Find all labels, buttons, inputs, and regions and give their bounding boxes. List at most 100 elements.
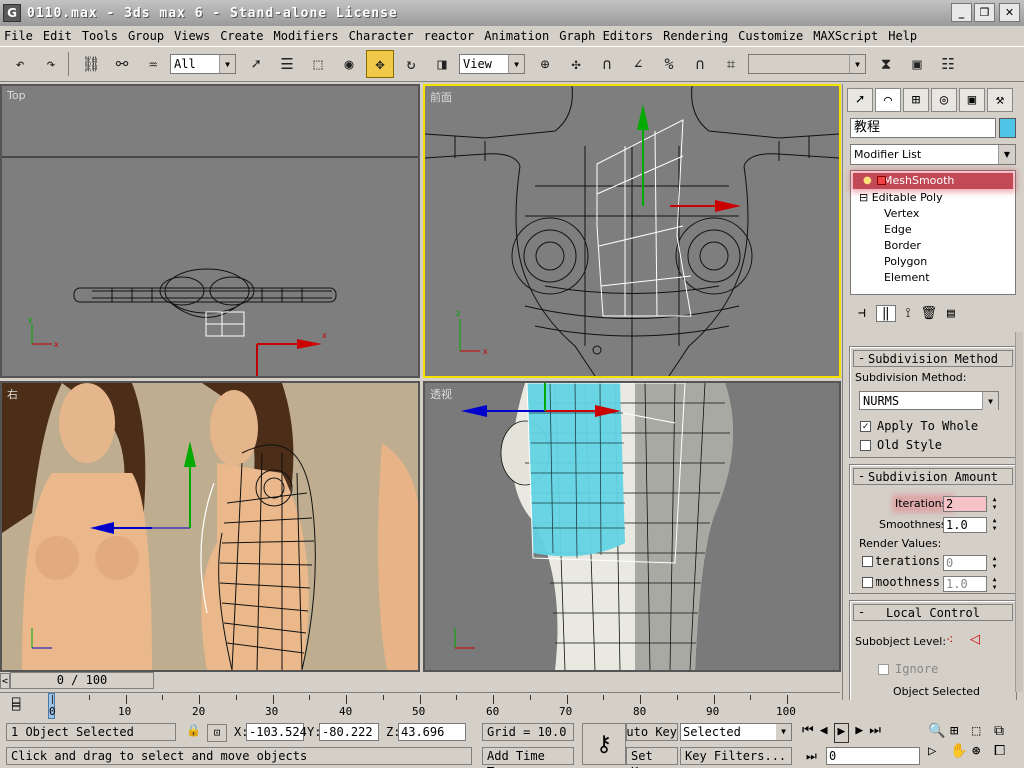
angle-snap-icon[interactable]: ∠ bbox=[624, 50, 652, 78]
time-prev-icon[interactable]: < bbox=[0, 673, 10, 689]
render-iterations-spinner[interactable]: ▲ ▼ bbox=[990, 555, 999, 571]
rectangular-selection-icon[interactable]: ⬚ bbox=[304, 50, 332, 78]
render-smoothness-spinner[interactable]: ▲ ▼ bbox=[990, 576, 999, 592]
zoom-extents-all-icon[interactable]: ⧉ bbox=[994, 723, 1016, 739]
mirror-icon[interactable]: ⧗ bbox=[872, 50, 900, 78]
layer-manager-icon[interactable]: ☷ bbox=[934, 50, 962, 78]
viewport-top[interactable]: y x x Top bbox=[0, 84, 420, 378]
render-iterations-checkbox[interactable] bbox=[862, 556, 873, 567]
viewport-label-perspective[interactable]: 透视 bbox=[430, 386, 452, 402]
current-frame-field[interactable]: 0 bbox=[826, 747, 920, 765]
restore-button[interactable]: ❐ bbox=[974, 3, 995, 22]
edit-named-selections-icon[interactable]: ⌗ bbox=[717, 50, 745, 78]
align-icon[interactable]: ▣ bbox=[903, 50, 931, 78]
goto-start-icon[interactable]: ⏮ bbox=[802, 723, 814, 743]
pin-stack-icon[interactable]: ⊣ bbox=[858, 306, 866, 321]
stack-subobject-border[interactable]: Border bbox=[884, 238, 921, 254]
y-coordinate-field[interactable]: -80.222 bbox=[319, 723, 379, 741]
render-smoothness-field[interactable]: 1.0 bbox=[943, 576, 987, 592]
track-bar[interactable]: ⌸ 0 10 20 30 40 50 60 70 80 90 100 bbox=[0, 692, 840, 720]
menu-reactor[interactable]: reactor bbox=[424, 29, 475, 43]
utilities-icon[interactable]: ⚒ bbox=[987, 88, 1013, 112]
close-button[interactable]: ✕ bbox=[999, 3, 1020, 22]
render-iterations-field[interactable]: 0 bbox=[943, 555, 987, 571]
rollout-header-subdivision-amount[interactable]: - Subdivision Amount bbox=[853, 468, 1013, 485]
menu-customize[interactable]: Customize bbox=[738, 29, 803, 43]
menu-maxscript[interactable]: MAXScript bbox=[813, 29, 878, 43]
edge-level-icon[interactable]: ◁ bbox=[970, 632, 980, 647]
ignore-backfacing-checkbox[interactable] bbox=[878, 664, 889, 675]
selection-filter-dropdown[interactable]: All ▼ bbox=[170, 54, 236, 74]
modify-icon[interactable]: ⌒ bbox=[875, 88, 901, 112]
viewport-label-right[interactable]: 右 bbox=[7, 386, 18, 402]
track-view-toggle-icon[interactable]: ⌸ bbox=[12, 697, 20, 713]
goto-end-icon[interactable]: ⏭ bbox=[869, 723, 881, 743]
set-key-button[interactable]: Set Key bbox=[626, 747, 678, 768]
lock-selection-icon[interactable]: 🔒 bbox=[186, 723, 201, 737]
stack-subobject-vertex[interactable]: Vertex bbox=[884, 206, 919, 222]
select-and-link-icon[interactable]: ⛓ bbox=[77, 50, 105, 78]
rollout-header-local-control[interactable]: - Local Control bbox=[853, 604, 1013, 621]
key-filters-button[interactable]: Key Filters... bbox=[680, 747, 792, 765]
stack-subobject-element[interactable]: Element bbox=[884, 270, 930, 286]
show-end-result-icon[interactable]: ‖ bbox=[875, 304, 896, 322]
iterations-field[interactable]: 2 bbox=[943, 496, 987, 512]
zoom-icon[interactable]: 🔍 bbox=[928, 723, 950, 739]
select-and-move-icon[interactable]: ✥ bbox=[366, 50, 394, 78]
reference-coordinate-dropdown[interactable]: View ▼ bbox=[459, 54, 525, 74]
x-coordinate-field[interactable]: -103.524 bbox=[246, 723, 307, 741]
viewport-label-front[interactable]: 前面 bbox=[430, 89, 452, 105]
menu-modifiers[interactable]: Modifiers bbox=[274, 29, 339, 43]
menu-graph-editors[interactable]: Graph Editors bbox=[559, 29, 653, 43]
field-of-view-icon[interactable]: ▷ bbox=[928, 743, 950, 759]
pivot-center-icon[interactable]: ⊕ bbox=[531, 50, 559, 78]
menu-tools[interactable]: Tools bbox=[82, 29, 118, 43]
select-and-rotate-icon[interactable]: ↻ bbox=[397, 50, 425, 78]
select-and-scale-icon[interactable]: ◨ bbox=[428, 50, 456, 78]
menu-animation[interactable]: Animation bbox=[484, 29, 549, 43]
lightbulb-icon[interactable]: ● bbox=[863, 173, 872, 189]
object-color-swatch[interactable] bbox=[999, 118, 1016, 138]
menu-views[interactable]: Views bbox=[174, 29, 210, 43]
zoom-extents-icon[interactable]: ⬚ bbox=[972, 723, 994, 739]
remove-modifier-icon[interactable]: 🗑 bbox=[921, 306, 938, 321]
key-mode-toggle-icon[interactable]: ⏭ bbox=[806, 749, 817, 764]
stack-item-editable-poly[interactable]: ⊟ Editable Poly bbox=[859, 190, 943, 206]
stack-item-meshsmooth[interactable]: ● MeshSmooth bbox=[853, 173, 1013, 189]
menu-edit[interactable]: Edit bbox=[43, 29, 72, 43]
redo-icon[interactable]: ↷ bbox=[37, 50, 65, 78]
key-mode-dropdown[interactable]: Selected ▼ bbox=[680, 723, 792, 741]
window-crossing-icon[interactable]: ◉ bbox=[335, 50, 363, 78]
smoothness-spinner[interactable]: ▲ ▼ bbox=[990, 517, 999, 533]
add-time-tag-button[interactable]: Add Time Tag bbox=[482, 747, 574, 768]
menu-help[interactable]: Help bbox=[888, 29, 917, 43]
configure-sets-icon[interactable]: ▤ bbox=[947, 306, 955, 321]
render-smoothness-checkbox[interactable] bbox=[862, 577, 873, 588]
arc-rotate-icon[interactable]: ⊛ bbox=[972, 743, 994, 759]
stack-subobject-polygon[interactable]: Polygon bbox=[884, 254, 927, 270]
spinner-snap-icon[interactable]: ∩ bbox=[686, 50, 714, 78]
display-icon[interactable]: ▣ bbox=[959, 88, 985, 112]
menu-file[interactable]: File bbox=[4, 29, 33, 43]
play-icon[interactable]: ▶ bbox=[833, 723, 850, 743]
bind-space-warp-icon[interactable]: ♒ bbox=[139, 50, 167, 78]
hierarchy-icon[interactable]: ⊞ bbox=[903, 88, 929, 112]
command-panel-scrollbar[interactable] bbox=[1015, 332, 1023, 692]
menu-rendering[interactable]: Rendering bbox=[663, 29, 728, 43]
smoothness-field[interactable]: 1.0 bbox=[943, 517, 987, 533]
create-icon[interactable]: ➚ bbox=[847, 88, 873, 112]
collapse-minus-icon[interactable]: ⊟ bbox=[859, 191, 868, 204]
percent-snap-icon[interactable]: % bbox=[655, 50, 683, 78]
vertex-level-icon[interactable]: ⁖ bbox=[946, 633, 954, 648]
expand-plus-icon[interactable] bbox=[877, 176, 886, 185]
pan-icon[interactable]: ✋ bbox=[950, 743, 972, 759]
viewport-perspective[interactable]: 透视 bbox=[423, 381, 841, 672]
select-object-icon[interactable]: ➚ bbox=[242, 50, 270, 78]
auto-key-button[interactable]: Auto Key bbox=[626, 723, 678, 741]
axis-constraint-icon[interactable]: ✣ bbox=[562, 50, 590, 78]
snap-3d-icon[interactable]: ∩ bbox=[593, 50, 621, 78]
viewport-right[interactable]: 右 bbox=[0, 381, 420, 672]
undo-icon[interactable]: ↶ bbox=[6, 50, 34, 78]
stack-subobject-edge[interactable]: Edge bbox=[884, 222, 912, 238]
set-key-icon[interactable]: ⚷ bbox=[582, 723, 626, 765]
